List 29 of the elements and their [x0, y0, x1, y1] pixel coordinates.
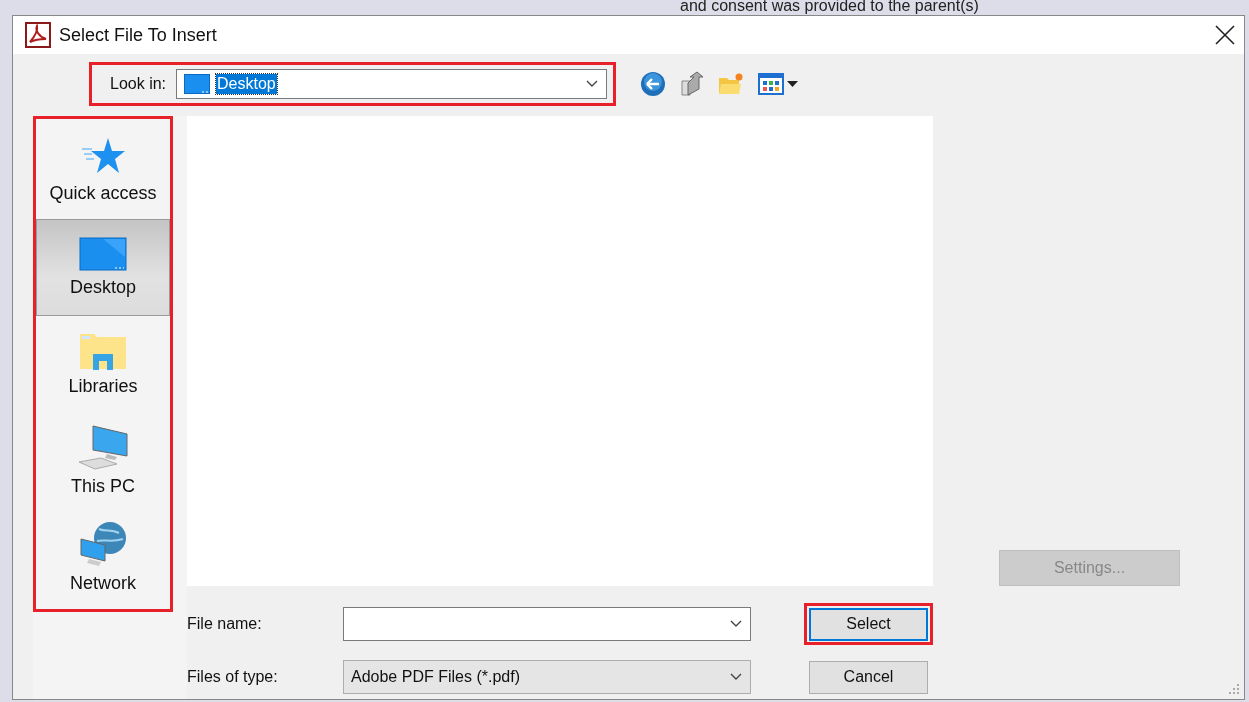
file-name-label: File name: [187, 615, 263, 633]
computer-icon [77, 424, 129, 471]
dialog-button[interactable]: Select [809, 607, 928, 641]
place-item[interactable]: This PC [36, 412, 170, 510]
pdf-icon [25, 22, 51, 48]
file-type-dropdown[interactable]: Adobe PDF Files (*.pdf) [343, 660, 751, 694]
place-item[interactable]: Desktop [36, 218, 170, 316]
background-text: and consent was provided to the parent(s) [680, 0, 979, 15]
monitor-icon [184, 74, 211, 94]
chevron-icon [730, 673, 742, 681]
network-icon [79, 521, 127, 568]
close-icon[interactable] [1214, 24, 1236, 46]
chevron-icon [730, 620, 742, 628]
place-item[interactable]: Libraries [36, 315, 170, 413]
look-in-dropdown[interactable]: Desktop [176, 69, 608, 99]
view-menu-icon[interactable] [758, 72, 801, 96]
look-in-label: Look in: [110, 75, 167, 93]
up-folder-icon[interactable] [680, 71, 705, 97]
file-name-field[interactable] [343, 607, 751, 641]
resize-grip-icon[interactable] [1228, 683, 1240, 695]
window-title: Select File To Insert [59, 24, 218, 46]
monitor-icon [79, 236, 127, 271]
file-type-label: Files of type: [187, 668, 279, 686]
new-folder-icon[interactable] [718, 72, 745, 96]
back-icon[interactable] [640, 71, 667, 97]
place-item[interactable]: Quick access [36, 122, 170, 219]
chevron-icon [586, 80, 599, 88]
place-item[interactable]: Network [36, 509, 170, 606]
dialog-button[interactable]: Cancel [809, 660, 928, 694]
